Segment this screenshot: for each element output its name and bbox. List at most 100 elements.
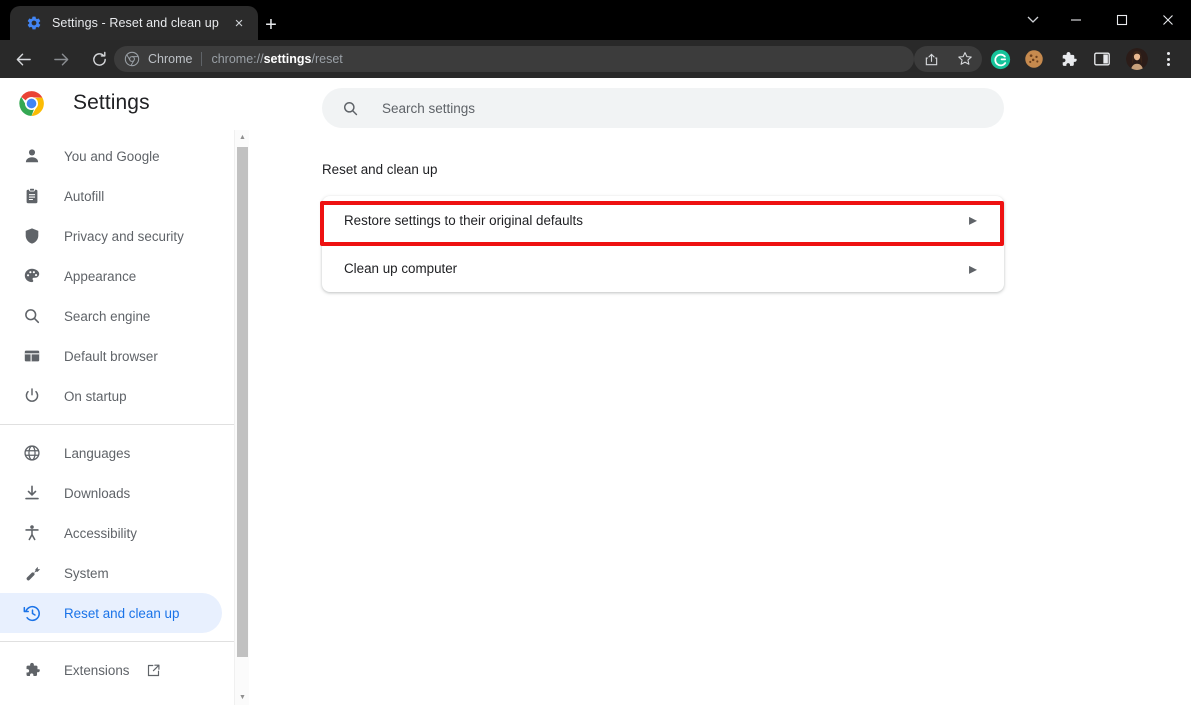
- sidebar-item-appearance[interactable]: Appearance: [0, 256, 235, 296]
- sidebar-item-label: Downloads: [64, 486, 130, 501]
- open-in-new-icon: [146, 662, 162, 678]
- address-bar[interactable]: Chrome chrome://settings/reset: [114, 46, 914, 72]
- scroll-down-arrow-icon[interactable]: ▼: [235, 690, 250, 705]
- row-restore-settings[interactable]: Restore settings to their original defau…: [322, 196, 1004, 244]
- url-bold-segment: settings: [264, 52, 312, 66]
- avatar-image: [1126, 48, 1148, 70]
- power-icon: [22, 386, 42, 406]
- sidebar-item-you-and-google[interactable]: You and Google: [0, 136, 235, 176]
- sidebar-item-label: You and Google: [64, 149, 160, 164]
- search-input[interactable]: [382, 101, 986, 116]
- chrome-page-icon: [124, 51, 140, 67]
- url-suffix: /reset: [312, 52, 343, 66]
- settings-sidebar: Settings You and Google Autofill: [0, 78, 235, 705]
- scrollbar-thumb[interactable]: [237, 147, 248, 657]
- sidebar-item-reset-and-clean-up[interactable]: Reset and clean up: [0, 593, 222, 633]
- download-icon: [22, 483, 42, 503]
- row-label: Restore settings to their original defau…: [344, 213, 964, 228]
- chevron-right-icon: ▸: [964, 260, 982, 278]
- shield-icon: [22, 226, 42, 246]
- browser-toolbar: Chrome chrome://settings/reset: [0, 40, 1191, 78]
- extensions-puzzle-icon[interactable]: [1052, 43, 1084, 75]
- bookmark-star-icon[interactable]: [948, 46, 982, 72]
- reset-options-card: Restore settings to their original defau…: [322, 196, 1004, 292]
- toolbar-actions: [914, 46, 1182, 72]
- omnibox-url: chrome://settings/reset: [211, 52, 342, 66]
- sidebar-item-label: Languages: [64, 446, 130, 461]
- sidebar-item-downloads[interactable]: Downloads: [0, 473, 235, 513]
- sidebar-item-label: Extensions: [64, 663, 130, 678]
- magnifier-icon: [22, 306, 42, 326]
- search-settings-wrapper: [322, 88, 1004, 128]
- sidebar-item-label: Reset and clean up: [64, 606, 179, 621]
- tab-close-icon[interactable]: ×: [228, 12, 250, 34]
- window-controls: [1053, 0, 1191, 40]
- browser-window-icon: [22, 346, 42, 366]
- sidebar-item-on-startup[interactable]: On startup: [0, 376, 235, 416]
- omnibox-divider: [201, 52, 202, 66]
- settings-gear-icon: [26, 15, 42, 31]
- person-icon: [22, 146, 42, 166]
- menu-dot: [1167, 63, 1170, 66]
- sidebar-item-label: System: [64, 566, 109, 581]
- globe-icon: [22, 443, 42, 463]
- close-button[interactable]: [1145, 0, 1191, 40]
- tab-title: Settings - Reset and clean up: [52, 16, 228, 30]
- back-arrow-icon[interactable]: [8, 44, 38, 74]
- omnibox-chip-label: Chrome: [148, 52, 192, 66]
- sidebar-item-label: Appearance: [64, 269, 136, 284]
- row-label: Clean up computer: [344, 261, 964, 276]
- sidebar-item-autofill[interactable]: Autofill: [0, 176, 235, 216]
- sidebar-item-label: Accessibility: [64, 526, 137, 541]
- maximize-button[interactable]: [1099, 0, 1145, 40]
- sidebar-divider: [0, 424, 235, 425]
- accessibility-icon: [22, 523, 42, 543]
- sidebar-item-system[interactable]: System: [0, 553, 235, 593]
- menu-dot: [1167, 52, 1170, 55]
- title-bar: Settings - Reset and clean up × +: [0, 0, 1191, 40]
- profile-avatar[interactable]: [1122, 44, 1152, 74]
- reload-icon[interactable]: [84, 44, 114, 74]
- sidebar-item-languages[interactable]: Languages: [0, 433, 235, 473]
- settings-main: Reset and clean up Restore settings to t…: [249, 78, 1191, 705]
- forward-arrow-icon[interactable]: [46, 44, 76, 74]
- sidebar-scrollbar[interactable]: ▲ ▼: [234, 130, 249, 705]
- cookie-extension-icon[interactable]: [1018, 43, 1050, 75]
- new-tab-button[interactable]: +: [258, 12, 284, 38]
- share-icon[interactable]: [914, 46, 948, 72]
- sidebar-item-default-browser[interactable]: Default browser: [0, 336, 235, 376]
- sidebar-item-label: Autofill: [64, 189, 104, 204]
- minimize-button[interactable]: [1053, 0, 1099, 40]
- row-clean-up-computer[interactable]: Clean up computer ▸: [322, 244, 1004, 292]
- sidebar-item-label: Search engine: [64, 309, 150, 324]
- settings-nav: You and Google Autofill Privacy and secu…: [0, 136, 235, 690]
- sidebar-item-accessibility[interactable]: Accessibility: [0, 513, 235, 553]
- wrench-icon: [22, 563, 42, 583]
- puzzle-icon: [22, 660, 42, 680]
- sidebar-divider: [0, 641, 235, 642]
- settings-page: Settings You and Google Autofill: [0, 78, 1191, 705]
- search-icon: [340, 98, 360, 118]
- browser-tab[interactable]: Settings - Reset and clean up ×: [10, 6, 258, 40]
- scroll-up-arrow-icon[interactable]: ▲: [235, 130, 250, 145]
- sidebar-item-label: Privacy and security: [64, 229, 184, 244]
- search-settings-box[interactable]: [322, 88, 1004, 128]
- sidebar-item-extensions[interactable]: Extensions: [0, 650, 235, 690]
- restore-history-icon: [22, 603, 42, 623]
- settings-header: Settings: [0, 78, 235, 128]
- sidebar-item-privacy-and-security[interactable]: Privacy and security: [0, 216, 235, 256]
- url-prefix: chrome://: [211, 52, 263, 66]
- side-panel-icon[interactable]: [1086, 43, 1118, 75]
- section-title: Reset and clean up: [322, 162, 437, 177]
- sidebar-item-label: Default browser: [64, 349, 158, 364]
- chrome-logo: [18, 90, 45, 117]
- chrome-menu-icon[interactable]: [1154, 43, 1182, 75]
- tab-search-chevron-icon[interactable]: [1015, 0, 1051, 40]
- grammarly-extension-icon[interactable]: [984, 43, 1016, 75]
- sidebar-item-label: On startup: [64, 389, 127, 404]
- sidebar-item-search-engine[interactable]: Search engine: [0, 296, 235, 336]
- page-title: Settings: [73, 91, 150, 115]
- chevron-right-icon: ▸: [964, 211, 982, 229]
- menu-dot: [1167, 58, 1170, 61]
- palette-icon: [22, 266, 42, 286]
